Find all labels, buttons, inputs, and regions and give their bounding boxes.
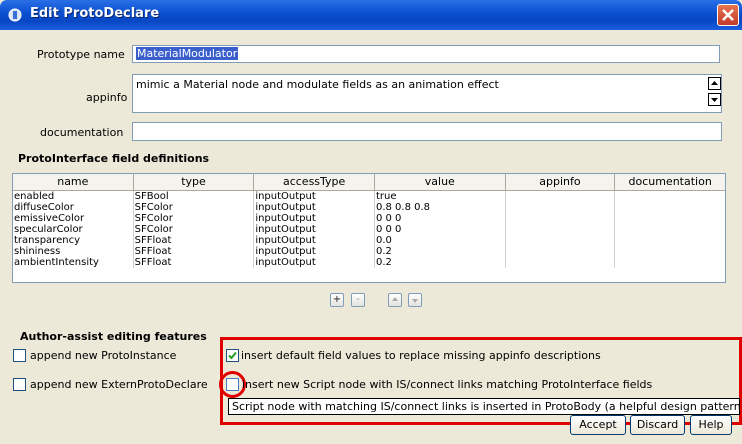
- arrow-down-icon: [711, 98, 718, 102]
- table-cell-accesstype[interactable]: inputOutput: [254, 224, 375, 235]
- table-cell-value[interactable]: true: [375, 191, 506, 202]
- table-cell-accesstype[interactable]: inputOutput: [254, 246, 375, 257]
- table-cell-appinfo[interactable]: [506, 257, 616, 268]
- table-cell-documentation[interactable]: [615, 202, 725, 213]
- append-protoinstance-checkbox[interactable]: [13, 349, 26, 362]
- table-cell-name[interactable]: shininess: [13, 246, 134, 257]
- table-row[interactable]: shininess SFFloat inputOutput 0.2: [13, 246, 725, 257]
- table-cell-appinfo[interactable]: [506, 202, 616, 213]
- table-cell-accesstype[interactable]: inputOutput: [254, 235, 375, 246]
- table-cell-accesstype[interactable]: inputOutput: [254, 257, 375, 268]
- table-cell-type[interactable]: SFFloat: [134, 257, 255, 268]
- table-cell-name[interactable]: diffuseColor: [13, 202, 134, 213]
- table-cell-value[interactable]: 0.8 0.8 0.8: [375, 202, 506, 213]
- appinfo-label: appinfo: [86, 91, 128, 104]
- table-cell-value[interactable]: 0 0 0: [375, 224, 506, 235]
- table-cell-documentation[interactable]: [615, 257, 725, 268]
- add-field-button[interactable]: +: [330, 293, 344, 307]
- column-header-accesstype[interactable]: accessType: [254, 174, 375, 190]
- table-cell-name[interactable]: transparency: [13, 235, 134, 246]
- checkmark-icon: [228, 351, 237, 360]
- window-title: Edit ProtoDeclare: [30, 6, 160, 21]
- table-body: enabled SFBool inputOutput true diffuseColor…: [13, 191, 725, 268]
- documentation-input[interactable]: [132, 122, 722, 141]
- appinfo-value: mimic a Material node and modulate field…: [136, 78, 499, 91]
- table-cell-type[interactable]: SFFloat: [134, 246, 255, 257]
- table-cell-value[interactable]: 0.2: [375, 257, 506, 268]
- table-cell-appinfo[interactable]: [506, 213, 616, 224]
- table-cell-documentation[interactable]: [615, 235, 725, 246]
- protointerface-table[interactable]: name type accessType value appinfo docum…: [12, 173, 726, 283]
- accept-button[interactable]: Accept: [570, 415, 626, 435]
- table-cell-accesstype[interactable]: inputOutput: [254, 202, 375, 213]
- table-header: name type accessType value appinfo docum…: [13, 174, 725, 191]
- protointerface-heading: ProtoInterface field definitions: [18, 152, 210, 165]
- append-protoinstance-label: append new ProtoInstance: [30, 349, 177, 362]
- table-cell-value[interactable]: 0 0 0: [375, 213, 506, 224]
- table-cell-name[interactable]: enabled: [13, 191, 134, 202]
- table-cell-value[interactable]: 0.2: [375, 246, 506, 257]
- table-cell-type[interactable]: SFBool: [134, 191, 255, 202]
- documentation-label: documentation: [40, 126, 124, 139]
- title-bar: Edit ProtoDeclare: [0, 0, 742, 30]
- appinfo-scroll-up[interactable]: [708, 77, 721, 90]
- table-cell-type[interactable]: SFFloat: [134, 235, 255, 246]
- table-cell-documentation[interactable]: [615, 246, 725, 257]
- table-row[interactable]: emissiveColor SFColor inputOutput 0 0 0: [13, 213, 725, 224]
- column-header-name[interactable]: name: [13, 174, 134, 190]
- move-down-button[interactable]: [408, 293, 422, 307]
- table-cell-value[interactable]: 0.0: [375, 235, 506, 246]
- column-header-documentation[interactable]: documentation: [615, 174, 725, 190]
- table-cell-documentation[interactable]: [615, 224, 725, 235]
- table-row[interactable]: enabled SFBool inputOutput true: [13, 191, 725, 202]
- arrow-down-icon: [412, 299, 418, 303]
- help-button[interactable]: Help: [690, 415, 732, 435]
- remove-field-button[interactable]: -: [351, 293, 365, 307]
- table-cell-documentation[interactable]: [615, 213, 725, 224]
- append-externprotodeclare-label: append new ExternProtoDeclare: [30, 378, 208, 391]
- appinfo-scroll-down[interactable]: [708, 93, 721, 106]
- table-cell-appinfo[interactable]: [506, 235, 616, 246]
- table-cell-appinfo[interactable]: [506, 246, 616, 257]
- table-cell-name[interactable]: specularColor: [13, 224, 134, 235]
- table-row[interactable]: transparency SFFloat inputOutput 0.0: [13, 235, 725, 246]
- arrow-up-icon: [392, 297, 398, 301]
- column-header-appinfo[interactable]: appinfo: [506, 174, 616, 190]
- table-row[interactable]: specularColor SFColor inputOutput 0 0 0: [13, 224, 725, 235]
- table-cell-accesstype[interactable]: inputOutput: [254, 191, 375, 202]
- author-assist-heading: Author-assist editing features: [20, 330, 207, 343]
- append-externprotodeclare-checkbox[interactable]: [13, 378, 26, 391]
- move-up-button[interactable]: [388, 293, 402, 307]
- close-icon: [722, 9, 734, 21]
- insert-script-label: insert new Script node with IS/connect l…: [242, 378, 653, 391]
- window-icon: [8, 8, 22, 22]
- prototype-name-input[interactable]: MaterialModulator: [132, 45, 720, 63]
- column-header-type[interactable]: type: [134, 174, 255, 190]
- table-cell-documentation[interactable]: [615, 191, 725, 202]
- table-cell-type[interactable]: SFColor: [134, 213, 255, 224]
- table-cell-name[interactable]: ambientIntensity: [13, 257, 134, 268]
- table-cell-type[interactable]: SFColor: [134, 224, 255, 235]
- insert-defaults-label: insert default field values to replace m…: [241, 349, 601, 362]
- close-button[interactable]: [717, 4, 739, 26]
- prototype-name-label: Prototype name: [37, 48, 125, 61]
- table-cell-type[interactable]: SFColor: [134, 202, 255, 213]
- table-cell-appinfo[interactable]: [506, 224, 616, 235]
- table-cell-appinfo[interactable]: [506, 191, 616, 202]
- appinfo-textarea[interactable]: mimic a Material node and modulate field…: [132, 74, 722, 113]
- table-row[interactable]: diffuseColor SFColor inputOutput 0.8 0.8 0.…: [13, 202, 725, 213]
- column-header-value[interactable]: value: [375, 174, 506, 190]
- table-cell-accesstype[interactable]: inputOutput: [254, 213, 375, 224]
- table-row[interactable]: ambientIntensity SFFloat inputOutput 0.2: [13, 257, 725, 268]
- arrow-up-icon: [711, 81, 718, 85]
- discard-button[interactable]: Discard: [630, 415, 685, 435]
- table-cell-name[interactable]: emissiveColor: [13, 213, 134, 224]
- insert-defaults-checkbox[interactable]: [226, 349, 239, 362]
- insert-script-tooltip: Script node with matching IS/connect lin…: [228, 398, 740, 415]
- prototype-name-value: MaterialModulator: [136, 47, 239, 60]
